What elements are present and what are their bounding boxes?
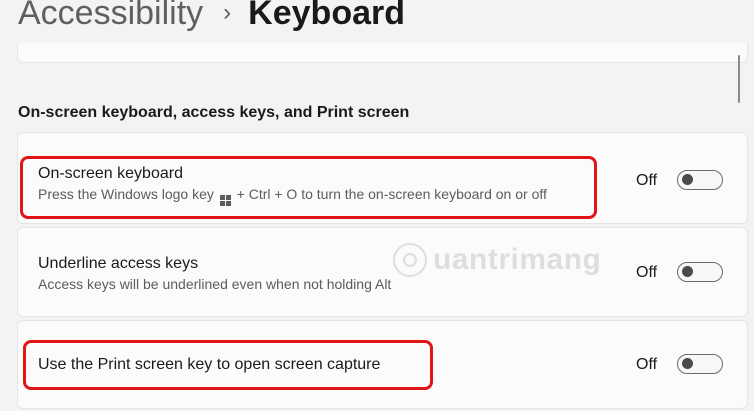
- toggle-knob: [682, 174, 693, 185]
- section-title: On-screen keyboard, access keys, and Pri…: [18, 104, 410, 121]
- underline-access-keys-toggle[interactable]: [677, 262, 723, 282]
- toggle-state-label: Off: [636, 356, 658, 373]
- breadcrumb-parent-accessibility[interactable]: Accessibility: [18, 0, 203, 33]
- page-title: Keyboard: [248, 0, 405, 32]
- print-screen-toggle[interactable]: [677, 354, 723, 374]
- toggle-state-label: Off: [636, 264, 658, 281]
- breadcrumb-chevron-icon: ›: [223, 0, 232, 26]
- breadcrumb: Accessibility › Keyboard: [18, 0, 405, 38]
- watermark: uantrimang: [393, 243, 601, 277]
- toggle-knob: [682, 358, 693, 369]
- setting-card-underline-access-keys[interactable]: Underline access keys Access keys will b…: [17, 227, 748, 317]
- previous-setting-card: [17, 43, 748, 63]
- setting-title: Underline access keys: [38, 255, 199, 272]
- toggle-knob: [682, 266, 693, 277]
- watermark-logo-icon: [393, 243, 427, 277]
- setting-description: Access keys will be underlined even when…: [38, 276, 392, 292]
- toggle-state-label: Off: [636, 172, 658, 189]
- scrollbar[interactable]: [738, 55, 740, 103]
- on-screen-keyboard-toggle[interactable]: [677, 170, 723, 190]
- highlight-box-on-screen-keyboard: [20, 156, 597, 219]
- watermark-text: uantrimang: [433, 243, 602, 276]
- highlight-box-print-screen: [23, 340, 433, 390]
